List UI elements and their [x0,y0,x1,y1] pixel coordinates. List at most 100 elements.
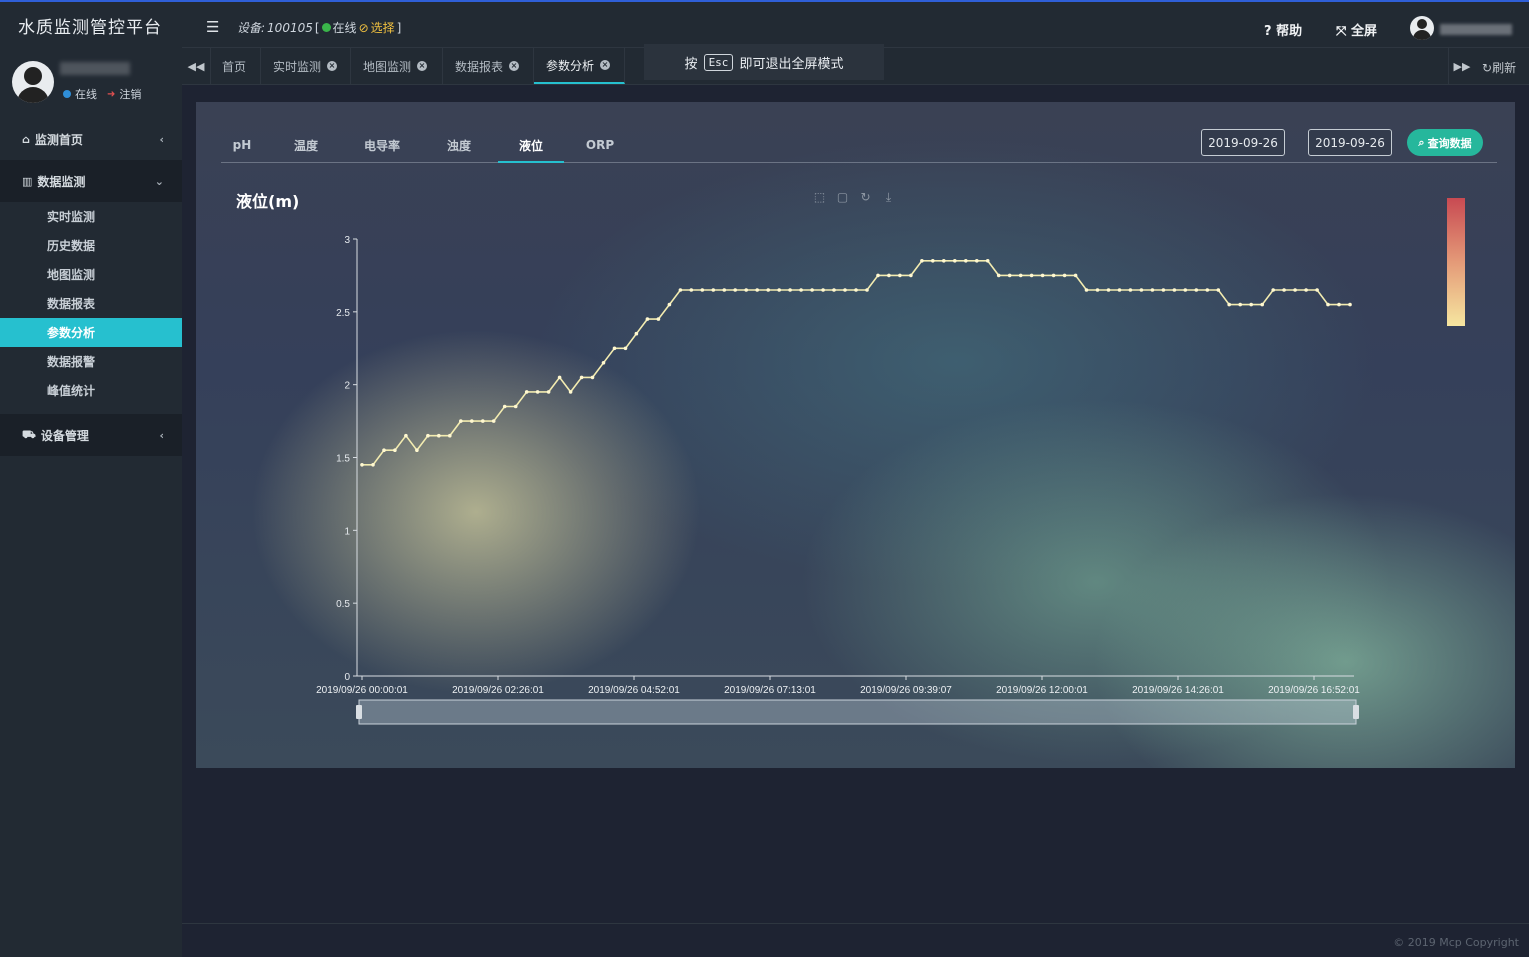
sidebar-group-home[interactable]: ⌂ 监测首页 ‹ [0,118,182,160]
data-point [568,390,573,394]
data-point [481,419,485,423]
menu-toggle-icon[interactable]: ☰ [206,18,219,36]
zoom-handle-left-icon [356,705,362,719]
car-icon: ⛟ [22,427,36,441]
data-point [382,448,386,453]
esc-key: Esc [703,53,734,71]
bar-chart-icon: ▥ [22,174,33,188]
sidebar-group-device[interactable]: ⛟ 设备管理 ‹ [0,414,182,456]
tab-report[interactable]: 数据报表 × [443,48,534,84]
data-point [1106,288,1111,292]
data-point [459,419,463,423]
data-point [887,273,891,278]
data-point [1293,288,1297,292]
data-point [1161,288,1166,292]
refresh-button[interactable]: ↻刷新 [1482,59,1516,76]
y-tick-label: 0 [344,672,350,683]
close-icon[interactable]: × [509,61,520,71]
sidebar-item-analysis[interactable]: 参数分析 [0,318,182,347]
select-device-link[interactable]: 选择 [371,19,395,36]
x-tick-label: 2019/09/26 14:26:01 [1132,685,1224,696]
sidebar-group-label: 监测首页 [34,132,83,147]
chevron-down-icon: ⌄ [154,174,164,188]
data-point [360,463,364,467]
logout-link[interactable]: 注销 [119,86,141,102]
data-point [854,288,858,292]
tab-label: 地图监测 [363,59,412,74]
tab-scroll-left-icon[interactable]: ◀◀ [182,48,211,84]
zoom-handle-right-icon [1353,705,1359,719]
help-label: 帮助 [1276,24,1303,39]
device-status: 在线 [332,21,357,35]
data-point [996,273,1001,278]
data-point [832,288,836,292]
user-avatar[interactable] [12,61,54,103]
data-point [645,317,650,321]
data-point [491,419,496,423]
sidebar-item-map[interactable]: 地图监测 [0,260,182,289]
topbar: ☰ 设备: 100105 [ 在线 ⊘ 选择 ] ? 帮助 ⤧ 全屏 [182,0,1529,47]
data-point [1150,288,1155,292]
sidebar-item-alarm[interactable]: 数据报警 [0,347,182,376]
data-point [524,390,529,394]
y-tick-label: 3 [344,235,350,246]
help-button[interactable]: ? 帮助 [1264,20,1302,39]
data-point [1337,302,1341,307]
expand-icon: ⤧ [1336,24,1347,39]
refresh-icon: ↻ [1482,61,1493,75]
data-point [1095,288,1100,292]
data-point [1018,273,1023,278]
tab-scroll-right-icon[interactable]: ▶▶ [1448,48,1475,84]
data-point [426,433,430,438]
data-point [876,273,880,278]
data-point [1194,288,1199,292]
home-icon: ⌂ [22,132,30,146]
data-point [415,448,419,453]
data-point [689,288,694,292]
footer: © 2019 Mcp Copyright [182,923,1529,957]
data-point [437,433,441,438]
tab-realtime[interactable]: 实时监测 × [261,48,351,84]
close-icon[interactable]: × [417,61,428,71]
user-avatar-small[interactable] [1410,16,1434,40]
sidebar-item-peak[interactable]: 峰值统计 [0,376,182,405]
y-tick-label: 2 [344,381,350,392]
data-point [865,288,869,292]
close-icon[interactable]: × [600,60,611,70]
data-point [964,259,968,263]
data-point [1172,288,1177,292]
sidebar-group-monitor[interactable]: ▥ 数据监测 ⌄ [0,160,182,202]
data-point [975,259,979,263]
chevron-left-icon: ‹ [159,132,164,146]
data-point [755,288,759,292]
tab-analysis[interactable]: 参数分析 × [534,48,625,84]
data-point [678,288,683,292]
close-icon[interactable]: × [327,61,338,71]
data-point [557,375,562,380]
data-point [1260,302,1264,307]
data-point [601,361,606,365]
data-point [535,390,540,394]
sidebar-group-label: 设备管理 [40,428,89,443]
data-point [448,433,452,438]
data-point [546,390,551,394]
tip-suffix: 即可退出全屏模式 [739,56,844,72]
tab-map[interactable]: 地图监测 × [351,48,443,84]
online-dot-icon [63,90,71,98]
select-icon[interactable]: ⊘ [359,21,369,35]
app-title: 水质监测管控平台 [18,18,162,38]
data-point [1315,288,1319,292]
data-point [1216,288,1221,292]
sidebar-item-report[interactable]: 数据报表 [0,289,182,318]
logout-icon[interactable]: ➜ [107,89,115,100]
fullscreen-button[interactable]: ⤧ 全屏 [1336,20,1377,39]
data-point [1304,288,1308,292]
data-point [1128,288,1133,292]
x-tick-label: 2019/09/26 02:26:01 [452,685,544,696]
data-point [634,331,639,336]
data-point [985,259,990,263]
tab-home[interactable]: 首页 [210,48,261,84]
refresh-label: 刷新 [1492,61,1517,75]
sidebar-item-history[interactable]: 历史数据 [0,231,182,260]
sidebar-item-realtime[interactable]: 实时监测 [0,202,182,231]
